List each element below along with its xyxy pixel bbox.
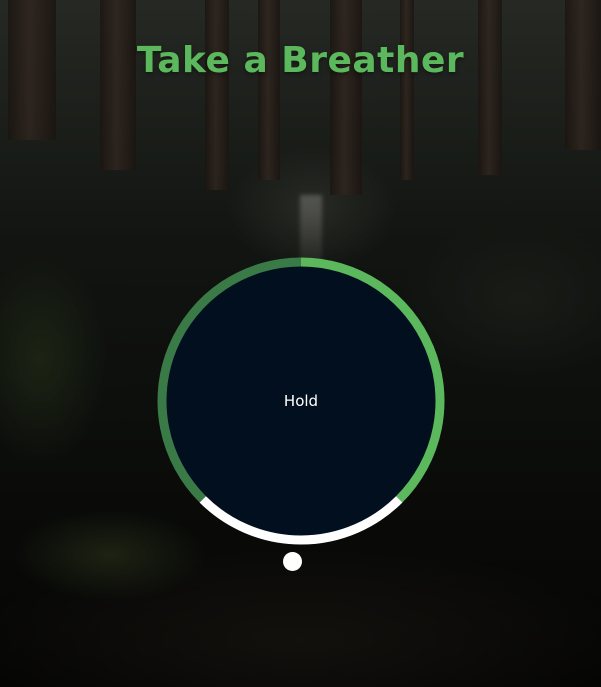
breathing-widget: Hold bbox=[156, 256, 446, 546]
phase-label: Hold bbox=[283, 392, 319, 410]
page-title: Take a Breather bbox=[136, 40, 465, 81]
progress-indicator-dot bbox=[283, 552, 302, 571]
forest-background: Take a Breather Hold bbox=[0, 0, 601, 687]
